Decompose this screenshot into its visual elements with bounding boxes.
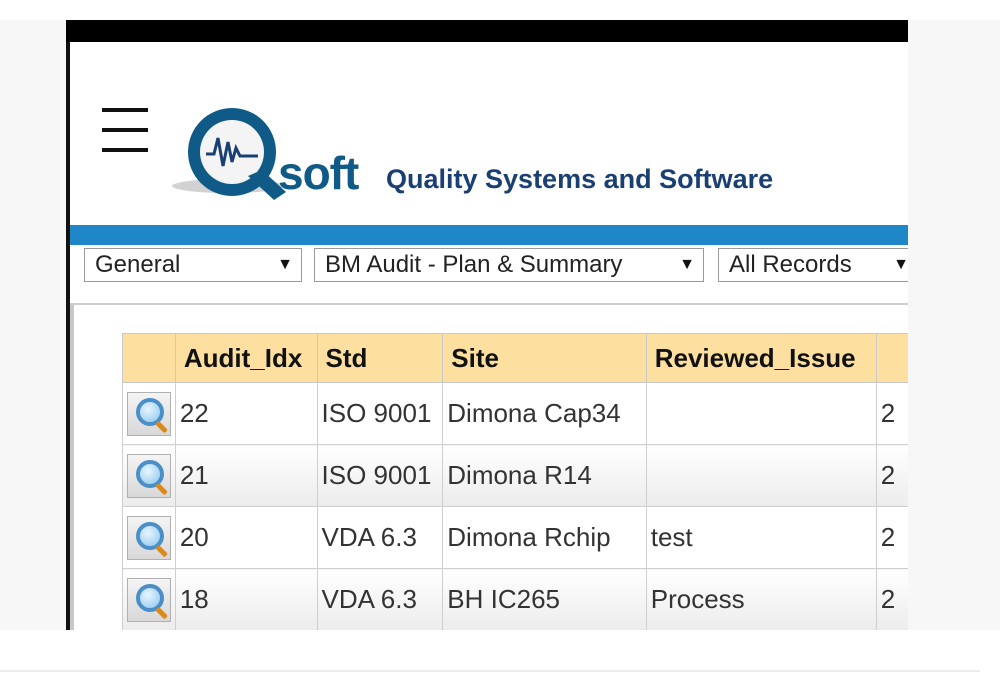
cell-reviewed-issue <box>645 444 877 507</box>
cell-site: BH IC265 <box>442 568 647 630</box>
table-row[interactable]: 21 ISO 9001 Dimona R14 2 <box>122 444 908 507</box>
grid-area: Audit_Idx Std Site Reviewed_Issue 22 ISO… <box>70 305 908 630</box>
cell-audit-idx: 21 <box>174 444 318 507</box>
table-row[interactable]: 20 VDA 6.3 Dimona Rchip test 2 <box>122 506 908 569</box>
cell-reviewed-issue: test <box>645 506 877 569</box>
logo-text: soft <box>278 147 359 199</box>
hamburger-menu-icon[interactable] <box>102 108 152 160</box>
cell-std: ISO 9001 <box>316 444 444 507</box>
cell-std: VDA 6.3 <box>316 506 444 569</box>
tagline: Quality Systems and Software <box>386 164 774 194</box>
cell-next: 2 <box>875 382 908 445</box>
table-row[interactable]: 18 VDA 6.3 BH IC265 Process 2 <box>122 568 908 630</box>
bottom-divider <box>0 670 980 672</box>
cell-site: Dimona R14 <box>442 444 647 507</box>
caret-down-icon: ▼ <box>679 256 695 273</box>
cell-std: ISO 9001 <box>316 382 444 445</box>
column-header-reviewed-issue[interactable]: Reviewed_Issue <box>645 333 877 383</box>
cell-std: VDA 6.3 <box>316 568 444 630</box>
column-header-next[interactable] <box>875 333 908 383</box>
records-select-value: All Records <box>729 251 852 278</box>
column-header-view <box>122 333 176 383</box>
cell-audit-idx: 20 <box>174 506 318 569</box>
app-window: soft Quality Systems and Software Genera… <box>66 20 908 630</box>
accent-bar <box>70 225 908 245</box>
table-row[interactable]: 22 ISO 9001 Dimona Cap34 2 <box>122 382 908 445</box>
cell-next: 2 <box>875 444 908 507</box>
cell-reviewed-issue <box>645 382 877 445</box>
caret-down-icon: ▼ <box>893 256 908 273</box>
column-header-audit-idx[interactable]: Audit_Idx <box>174 333 318 383</box>
cell-site: Dimona Cap34 <box>442 382 647 445</box>
cell-audit-idx: 22 <box>174 382 318 445</box>
cell-site: Dimona Rchip <box>442 506 647 569</box>
column-header-std[interactable]: Std <box>316 333 444 383</box>
magnifier-icon[interactable] <box>127 391 171 436</box>
header: soft Quality Systems and Software <box>70 42 908 225</box>
form-select[interactable]: BM Audit - Plan & Summary ▼ <box>314 248 704 282</box>
cell-reviewed-issue: Process <box>645 568 877 630</box>
top-black-bar <box>66 20 908 42</box>
magnifier-icon[interactable] <box>127 515 171 560</box>
cell-next: 2 <box>875 568 908 630</box>
magnifier-icon[interactable] <box>127 577 171 622</box>
category-select[interactable]: General ▼ <box>84 248 302 282</box>
column-header-site[interactable]: Site <box>442 333 647 383</box>
caret-down-icon: ▼ <box>277 256 293 273</box>
cell-audit-idx: 18 <box>174 568 318 630</box>
magnifier-icon[interactable] <box>127 453 171 498</box>
category-select-value: General <box>95 251 181 278</box>
table-header-row: Audit_Idx Std Site Reviewed_Issue <box>122 333 908 383</box>
records-select[interactable]: All Records ▼ <box>718 248 908 282</box>
cell-next: 2 <box>875 506 908 569</box>
audit-table: Audit_Idx Std Site Reviewed_Issue 22 ISO… <box>122 333 908 630</box>
form-select-value: BM Audit - Plan & Summary <box>325 251 623 278</box>
filter-bar: General ▼ BM Audit - Plan & Summary ▼ Al… <box>70 245 908 305</box>
